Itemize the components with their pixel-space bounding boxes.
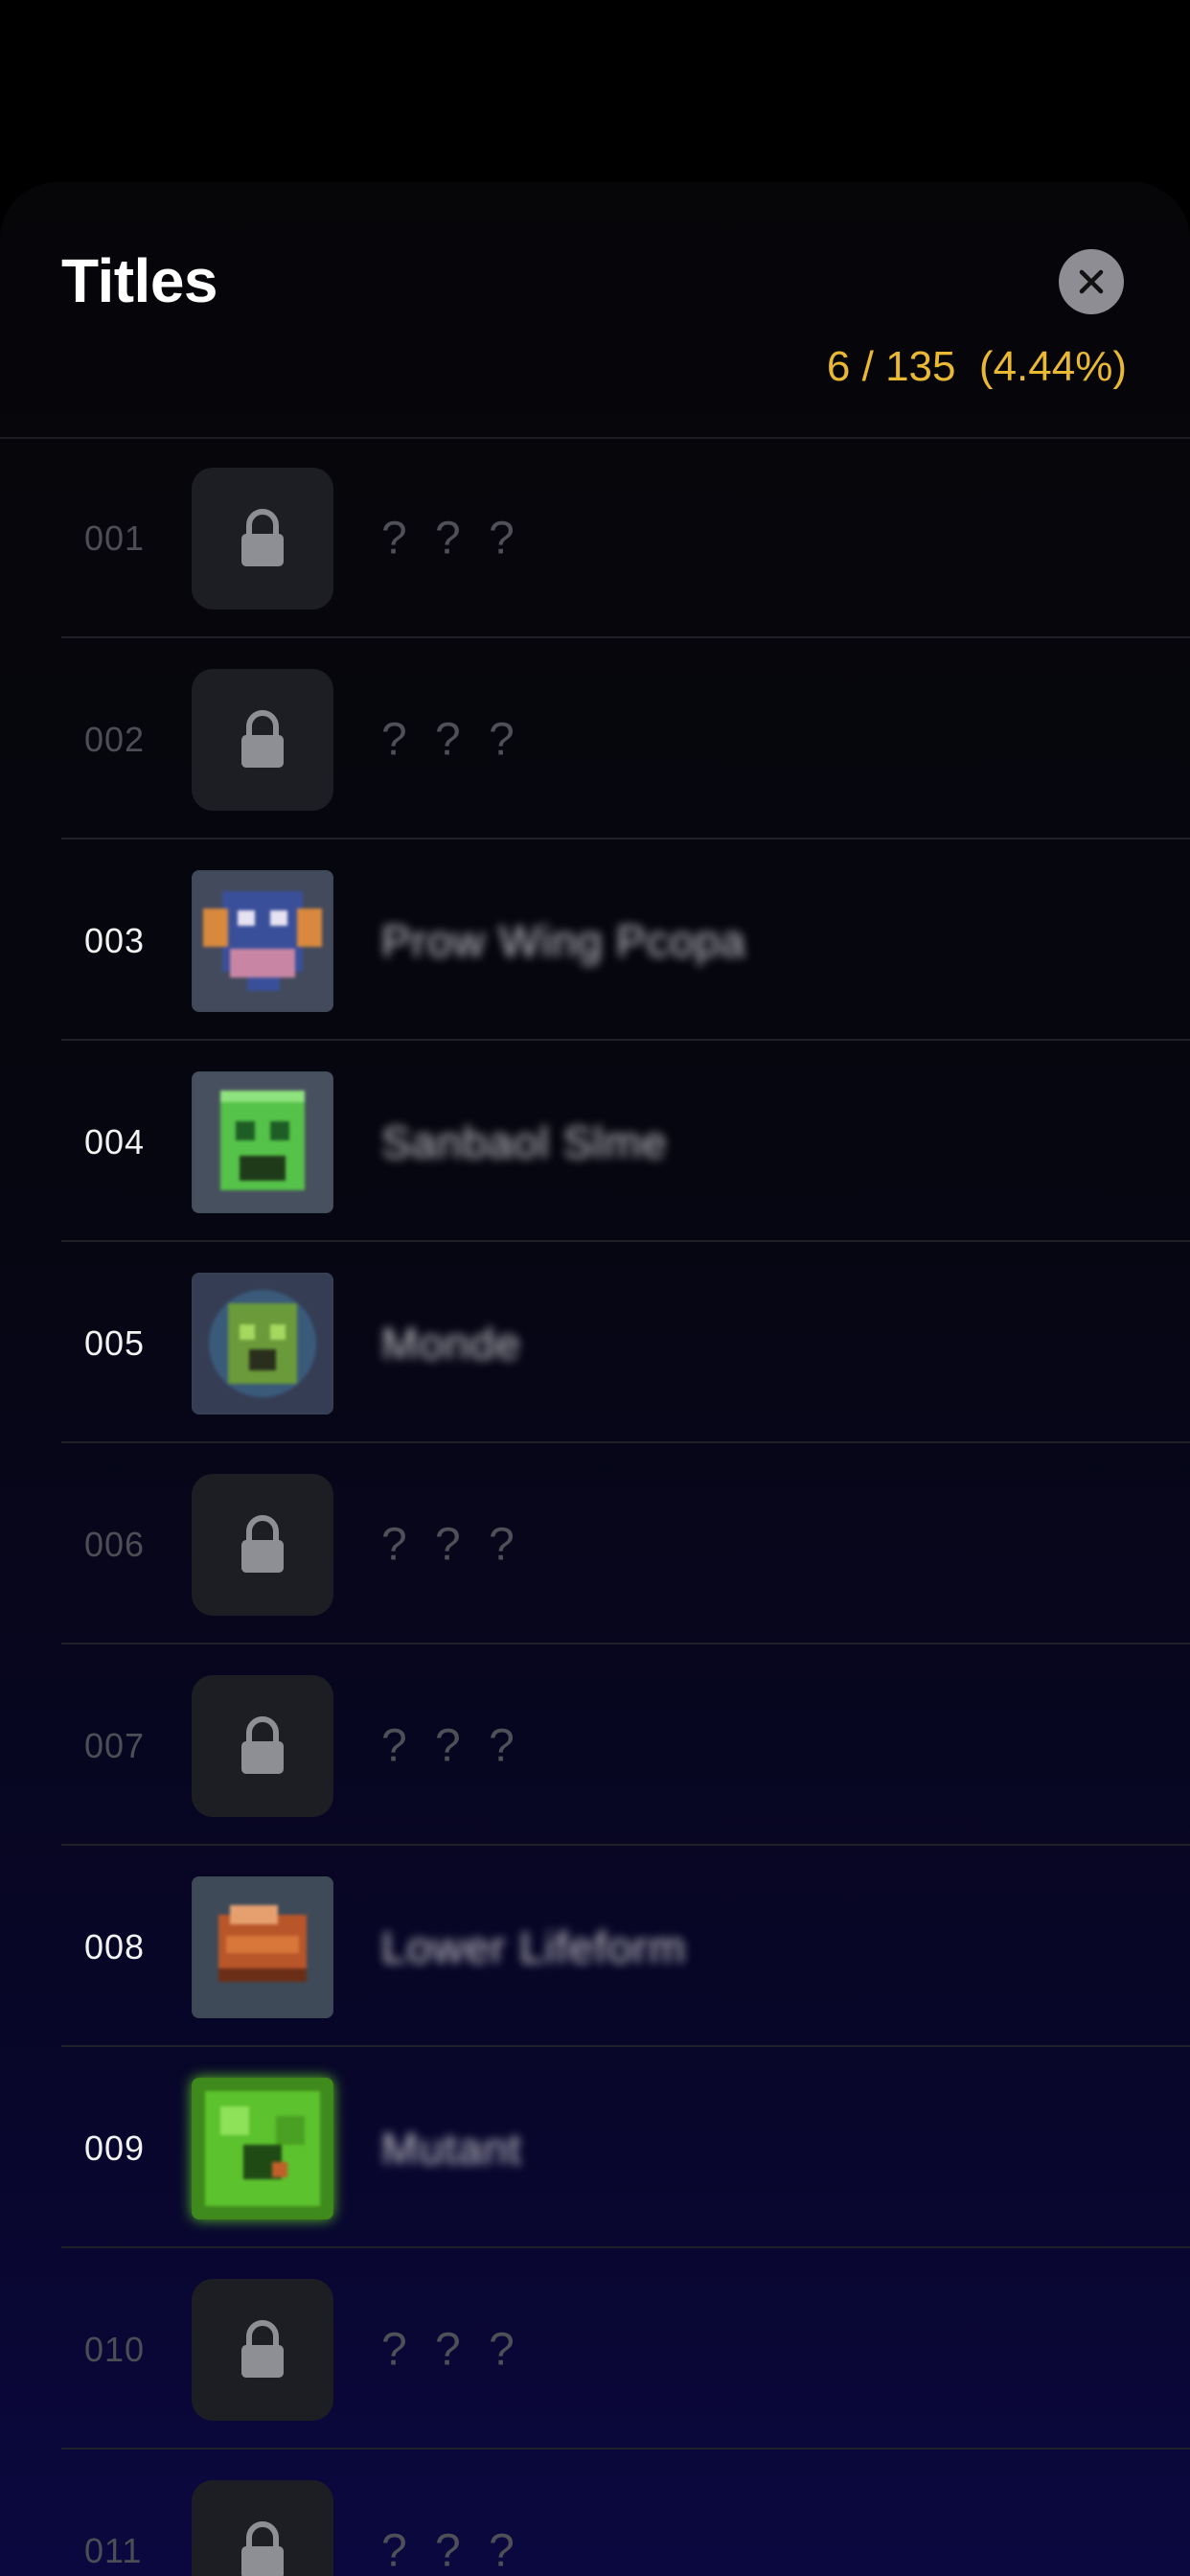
item-name: Lower Lifeform [381,1922,687,1972]
list-item[interactable]: 010 ? ? ? [0,2250,1190,2450]
item-name: Prow Wing Pcopa [381,916,746,966]
list-item[interactable]: 001 ? ? ? [0,439,1190,638]
item-number: 002 [84,720,146,759]
list-item[interactable]: 009 Mutant [0,2049,1190,2248]
row-divider [61,1441,1190,1443]
row-divider [61,838,1190,840]
item-number: 008 [84,1927,146,1966]
item-name: ? ? ? [381,513,522,564]
title-thumbnail [192,1876,333,2018]
locked-tile [192,1675,333,1817]
titles-sheet: Titles 6 / 135 (4.44%) 001 ? ? ? 002 ? ?… [0,182,1190,2576]
item-number: 003 [84,921,146,960]
unlock-progress: 6 / 135 (4.44%) [826,343,1127,390]
row-divider [61,1039,1190,1041]
lock-icon [241,509,284,566]
item-number: 009 [84,2128,146,2168]
title-thumbnail [192,1071,333,1213]
list-item[interactable]: 005 Monde [0,1244,1190,1443]
item-name: Sanbaol Slme [381,1117,668,1167]
pixel-mutant-green-icon [192,2078,333,2220]
row-divider [61,2045,1190,2047]
item-number: 011 [84,2531,143,2570]
item-name: ? ? ? [381,714,522,766]
pixel-creature-face-icon [192,1273,333,1414]
title-thumbnail [192,870,333,1012]
pixel-creature-blue-icon [192,870,333,1012]
locked-tile [192,669,333,811]
item-number: 006 [84,1525,146,1564]
close-icon [1079,269,1104,294]
item-name: ? ? ? [381,1720,522,1772]
item-name: Mutant [381,2124,522,2174]
list-item[interactable]: 007 ? ? ? [0,1646,1190,1846]
lock-icon [241,710,284,768]
item-number: 004 [84,1122,146,1162]
locked-tile [192,468,333,610]
lock-icon [241,2320,284,2378]
item-number: 005 [84,1323,146,1363]
list-item[interactable]: 002 ? ? ? [0,640,1190,840]
lock-icon [241,1716,284,1774]
locked-tile [192,1474,333,1616]
item-name: ? ? ? [381,2324,522,2376]
item-name: Monde [381,1319,521,1368]
sheet-title: Titles [61,246,218,315]
pixel-creature-orange-icon [192,1876,333,2018]
list-item[interactable]: 004 Sanbaol Slme [0,1043,1190,1242]
locked-tile [192,2480,333,2576]
list-item[interactable]: 011 ? ? ? [0,2451,1190,2576]
locked-tile [192,2279,333,2421]
row-divider [61,636,1190,638]
row-divider [61,2246,1190,2248]
list-item[interactable]: 006 ? ? ? [0,1445,1190,1644]
title-thumbnail [192,1273,333,1414]
item-number: 010 [84,2330,146,2369]
list-item[interactable]: 003 Prow Wing Pcopa [0,841,1190,1041]
title-thumbnail [192,2078,333,2220]
row-divider [61,2448,1190,2450]
row-divider [61,1643,1190,1644]
titles-screen: Titles 6 / 135 (4.44%) 001 ? ? ? 002 ? ?… [0,0,1190,2576]
list-item[interactable]: 008 Lower Lifeform [0,1848,1190,2047]
pixel-slime-green-icon [192,1071,333,1213]
row-divider [61,1240,1190,1242]
lock-icon [241,2521,284,2576]
item-name: ? ? ? [381,2525,522,2576]
close-button[interactable] [1059,249,1124,314]
item-number: 001 [84,518,146,558]
item-name: ? ? ? [381,1519,522,1571]
item-number: 007 [84,1726,146,1765]
lock-icon [241,1515,284,1573]
row-divider [61,1844,1190,1846]
